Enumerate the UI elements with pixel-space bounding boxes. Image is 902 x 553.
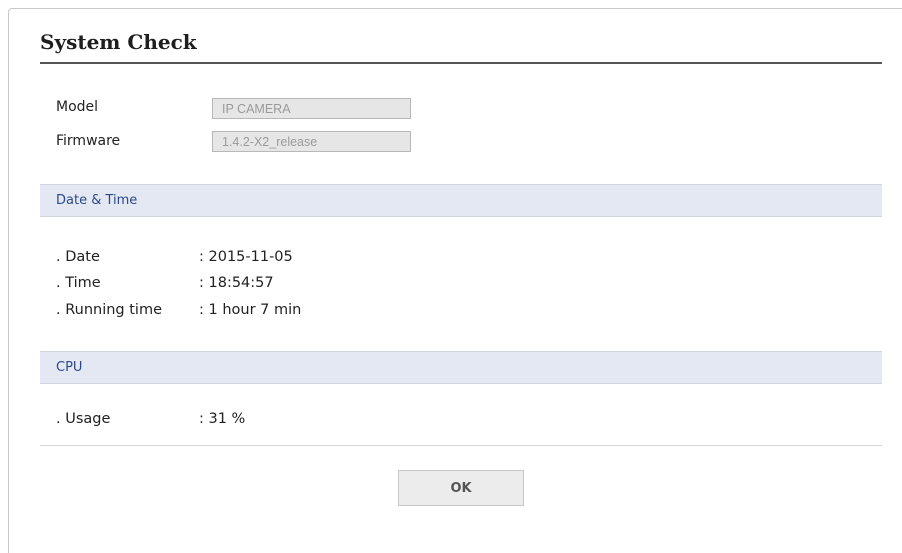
time-value: : 18:54:57: [199, 275, 274, 291]
section-header-date-time: Date & Time: [40, 184, 882, 217]
date-label: . Date: [56, 249, 100, 265]
firmware-field: [212, 131, 411, 152]
date-value: : 2015-11-05: [199, 249, 293, 265]
title-divider: [40, 62, 882, 64]
page-title: System Check: [40, 30, 197, 54]
footer-divider: [40, 445, 882, 446]
usage-label: . Usage: [56, 411, 111, 427]
model-label: Model: [56, 99, 99, 115]
ok-button[interactable]: OK: [398, 470, 524, 506]
firmware-label: Firmware: [56, 133, 121, 149]
running-time-value: : 1 hour 7 min: [199, 302, 302, 318]
section-header-cpu: CPU: [40, 351, 882, 384]
time-label: . Time: [56, 275, 101, 291]
usage-value: : 31 %: [199, 411, 246, 427]
running-time-label: . Running time: [56, 302, 163, 318]
model-field: [212, 98, 411, 119]
